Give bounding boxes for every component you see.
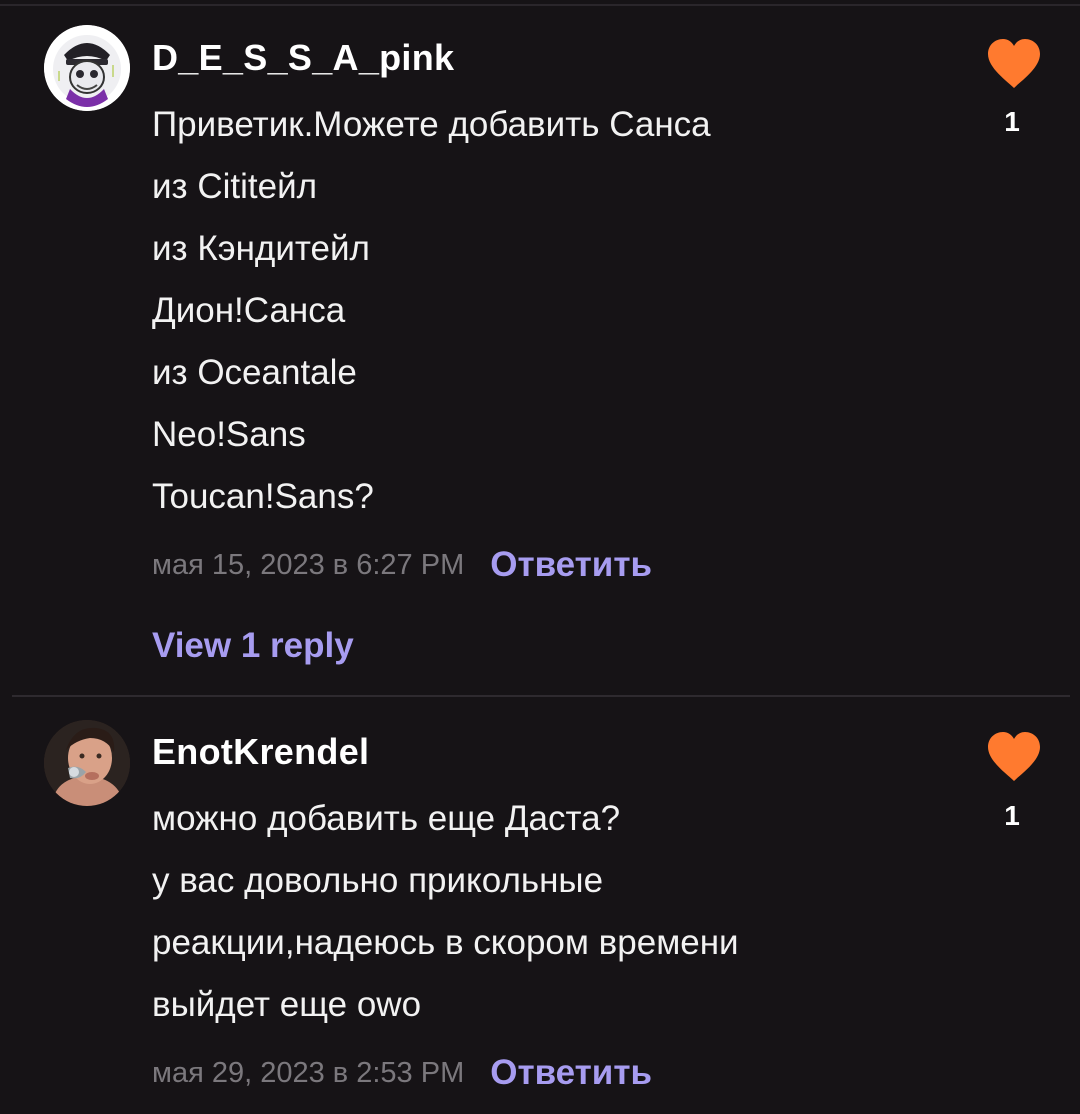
comment-text: Приветик.Можете добавить Санса из Сititе… — [152, 94, 932, 528]
comment-line: из Кэндитейл — [152, 229, 370, 268]
comment-line: реакции,надеюсь в скором времени — [152, 923, 739, 962]
comment-meta: мая 15, 2023 в 6:27 PM Ответить — [152, 545, 652, 585]
comment-line: из Oceantale — [152, 353, 357, 392]
heart-icon — [988, 732, 1040, 781]
like-count: 1 — [1004, 800, 1020, 831]
comment-meta: мая 29, 2023 в 2:53 PM Ответить — [152, 1053, 652, 1093]
comment-line: Neo!Sans — [152, 415, 306, 454]
like-button[interactable] — [985, 731, 1043, 783]
comments-page: D_E_S_S_A_pink Приветик.Можете добавить … — [0, 0, 1080, 1114]
comment-line: у вас довольно прикольные — [152, 861, 604, 900]
heart-icon — [988, 39, 1040, 88]
avatar-image — [44, 25, 130, 111]
like-count: 1 — [1004, 106, 1020, 137]
reply-button[interactable]: Ответить — [490, 545, 652, 585]
avatar[interactable] — [44, 720, 130, 806]
comment-line: Toucan!Sans? — [152, 477, 374, 516]
comment-line: выйдет еще owo — [152, 985, 422, 1024]
comment-line: можно добавить еще Даста? — [152, 799, 621, 838]
reply-button[interactable]: Ответить — [490, 1053, 652, 1093]
timestamp: мая 15, 2023 в 6:27 PM — [152, 548, 465, 581]
comment-line: из Сititейл — [152, 167, 318, 206]
comment-divider — [12, 695, 1070, 697]
comment-line: Дион!Санса — [152, 291, 346, 330]
username[interactable]: EnotKrendel — [152, 732, 369, 772]
top-divider — [0, 4, 1080, 6]
username[interactable]: D_E_S_S_A_pink — [152, 38, 454, 78]
like-button[interactable] — [985, 38, 1043, 90]
avatar-image — [44, 720, 130, 806]
avatar[interactable] — [44, 25, 130, 111]
comment-text: можно добавить еще Даста? у вас довольно… — [152, 788, 932, 1036]
comment-line: Приветик.Можете добавить Санса — [152, 105, 711, 144]
view-replies-button[interactable]: View 1 reply — [152, 626, 354, 666]
timestamp: мая 29, 2023 в 2:53 PM — [152, 1056, 465, 1089]
